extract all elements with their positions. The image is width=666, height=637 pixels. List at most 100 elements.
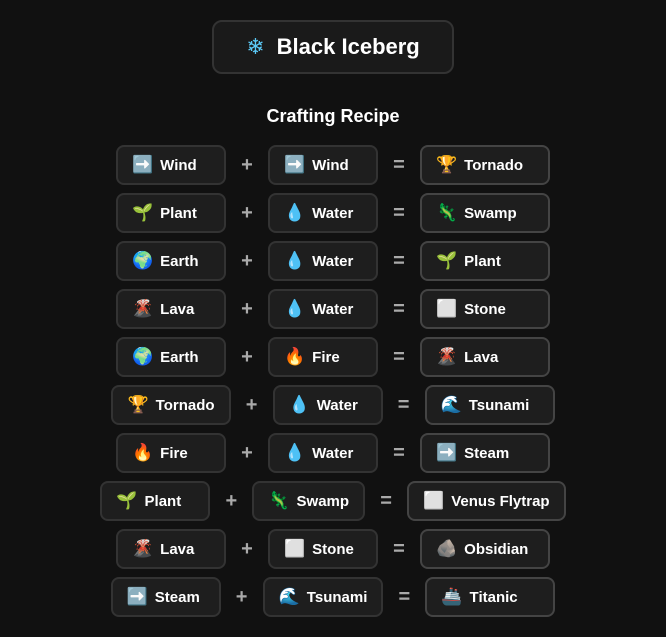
equals-operator: = bbox=[390, 154, 408, 177]
recipe-row: 🌱 Plant + 💧 Water = 🦎 Swamp bbox=[33, 193, 633, 233]
ing1-icon: 🌋 bbox=[132, 299, 153, 319]
ingredient-2: 🌊 Tsunami bbox=[263, 577, 384, 617]
equals-operator: = bbox=[395, 394, 413, 417]
result-item: 🏆 Tornado bbox=[420, 145, 550, 185]
plus-operator: + bbox=[238, 250, 256, 273]
recipe-row: ➡️ Wind + ➡️ Wind = 🏆 Tornado bbox=[33, 145, 633, 185]
ing1-icon: 🌱 bbox=[132, 203, 153, 223]
ingredient-2: 💧 Water bbox=[268, 289, 378, 329]
ing2-icon: 💧 bbox=[284, 443, 305, 463]
ing2-icon: 💧 bbox=[284, 299, 305, 319]
result-label: Swamp bbox=[464, 205, 517, 222]
result-label: Lava bbox=[464, 349, 498, 366]
plus-operator: + bbox=[238, 538, 256, 561]
ing2-icon: 🌊 bbox=[279, 587, 300, 607]
result-item: ⬜ Venus Flytrap bbox=[407, 481, 566, 521]
ing2-icon: ⬜ bbox=[284, 539, 305, 559]
ingredient-2: ⬜ Stone bbox=[268, 529, 378, 569]
ingredient-1: 🌱 Plant bbox=[116, 193, 226, 233]
result-item: 🌱 Plant bbox=[420, 241, 550, 281]
result-icon: 🚢 bbox=[441, 587, 462, 607]
ing1-icon: 🌱 bbox=[116, 491, 137, 511]
recipe-row: 🌍 Earth + 💧 Water = 🌱 Plant bbox=[33, 241, 633, 281]
plus-operator: + bbox=[238, 298, 256, 321]
recipe-row: 🌍 Earth + 🔥 Fire = 🌋 Lava bbox=[33, 337, 633, 377]
result-label: Titanic bbox=[470, 589, 518, 606]
ing1-icon: 🌍 bbox=[132, 251, 153, 271]
ing2-icon: 💧 bbox=[289, 395, 310, 415]
recipe-row: 🌱 Plant + 🦎 Swamp = ⬜ Venus Flytrap bbox=[33, 481, 633, 521]
equals-operator: = bbox=[390, 298, 408, 321]
result-icon: 🌋 bbox=[436, 347, 457, 367]
result-icon: 🦎 bbox=[436, 203, 457, 223]
ing2-label: Wind bbox=[312, 157, 349, 174]
equals-operator: = bbox=[390, 202, 408, 225]
result-item: 🌋 Lava bbox=[420, 337, 550, 377]
ing2-icon: 🔥 bbox=[284, 347, 305, 367]
ing2-label: Tsunami bbox=[307, 589, 368, 606]
equals-operator: = bbox=[390, 538, 408, 561]
result-label: Tornado bbox=[464, 157, 523, 174]
ingredient-1: 🌍 Earth bbox=[116, 337, 226, 377]
plus-operator: + bbox=[238, 202, 256, 225]
result-icon: ➡️ bbox=[436, 443, 457, 463]
ing1-icon: 🔥 bbox=[132, 443, 153, 463]
equals-operator: = bbox=[390, 442, 408, 465]
recipe-row: 🏆 Tornado + 💧 Water = 🌊 Tsunami bbox=[33, 385, 633, 425]
ingredient-1: 🌋 Lava bbox=[116, 529, 226, 569]
app-title: Black Iceberg bbox=[277, 34, 420, 60]
ingredient-2: 🔥 Fire bbox=[268, 337, 378, 377]
ingredient-2: ➡️ Wind bbox=[268, 145, 378, 185]
ing2-label: Water bbox=[312, 301, 353, 318]
plus-operator: + bbox=[238, 442, 256, 465]
ing1-label: Tornado bbox=[156, 397, 215, 414]
recipe-row: 🌋 Lava + 💧 Water = ⬜ Stone bbox=[33, 289, 633, 329]
ing1-icon: ➡️ bbox=[127, 587, 148, 607]
ingredient-2: 🦎 Swamp bbox=[252, 481, 365, 521]
section-label: Crafting Recipe bbox=[266, 106, 399, 127]
ing2-label: Water bbox=[312, 205, 353, 222]
result-item: 🌊 Tsunami bbox=[425, 385, 555, 425]
equals-operator: = bbox=[377, 490, 395, 513]
result-item: ⬜ Stone bbox=[420, 289, 550, 329]
ing2-label: Water bbox=[317, 397, 358, 414]
result-label: Venus Flytrap bbox=[451, 493, 549, 510]
ing1-icon: 🏆 bbox=[127, 395, 148, 415]
ingredient-2: 💧 Water bbox=[273, 385, 383, 425]
ing1-label: Wind bbox=[160, 157, 197, 174]
snowflake-icon: ❄ bbox=[246, 34, 264, 60]
result-icon: 🏆 bbox=[436, 155, 457, 175]
result-item: 🦎 Swamp bbox=[420, 193, 550, 233]
ing1-label: Lava bbox=[160, 541, 194, 558]
recipe-row: 🌋 Lava + ⬜ Stone = 🪨 Obsidian bbox=[33, 529, 633, 569]
ingredient-1: ➡️ Wind bbox=[116, 145, 226, 185]
recipe-row: 🔥 Fire + 💧 Water = ➡️ Steam bbox=[33, 433, 633, 473]
ing2-label: Water bbox=[312, 445, 353, 462]
ing2-label: Water bbox=[312, 253, 353, 270]
result-item: 🚢 Titanic bbox=[425, 577, 555, 617]
ing1-label: Lava bbox=[160, 301, 194, 318]
recipe-row: ➡️ Steam + 🌊 Tsunami = 🚢 Titanic bbox=[33, 577, 633, 617]
result-icon: 🌱 bbox=[436, 251, 457, 271]
title-bar: ❄ Black Iceberg bbox=[212, 20, 454, 74]
ing2-label: Swamp bbox=[297, 493, 350, 510]
ingredient-1: ➡️ Steam bbox=[111, 577, 221, 617]
ing2-icon: 💧 bbox=[284, 251, 305, 271]
ing1-icon: 🌋 bbox=[132, 539, 153, 559]
ing2-label: Stone bbox=[312, 541, 354, 558]
ingredient-1: 🌋 Lava bbox=[116, 289, 226, 329]
ing2-icon: 🦎 bbox=[268, 491, 289, 511]
ing1-label: Plant bbox=[145, 493, 182, 510]
ing1-label: Steam bbox=[155, 589, 200, 606]
ingredient-1: 🔥 Fire bbox=[116, 433, 226, 473]
ingredient-2: 💧 Water bbox=[268, 193, 378, 233]
result-label: Obsidian bbox=[464, 541, 528, 558]
result-item: 🪨 Obsidian bbox=[420, 529, 550, 569]
result-label: Stone bbox=[464, 301, 506, 318]
equals-operator: = bbox=[390, 250, 408, 273]
result-label: Tsunami bbox=[469, 397, 530, 414]
ing2-icon: ➡️ bbox=[284, 155, 305, 175]
ingredient-2: 💧 Water bbox=[268, 241, 378, 281]
plus-operator: + bbox=[243, 394, 261, 417]
equals-operator: = bbox=[395, 586, 413, 609]
